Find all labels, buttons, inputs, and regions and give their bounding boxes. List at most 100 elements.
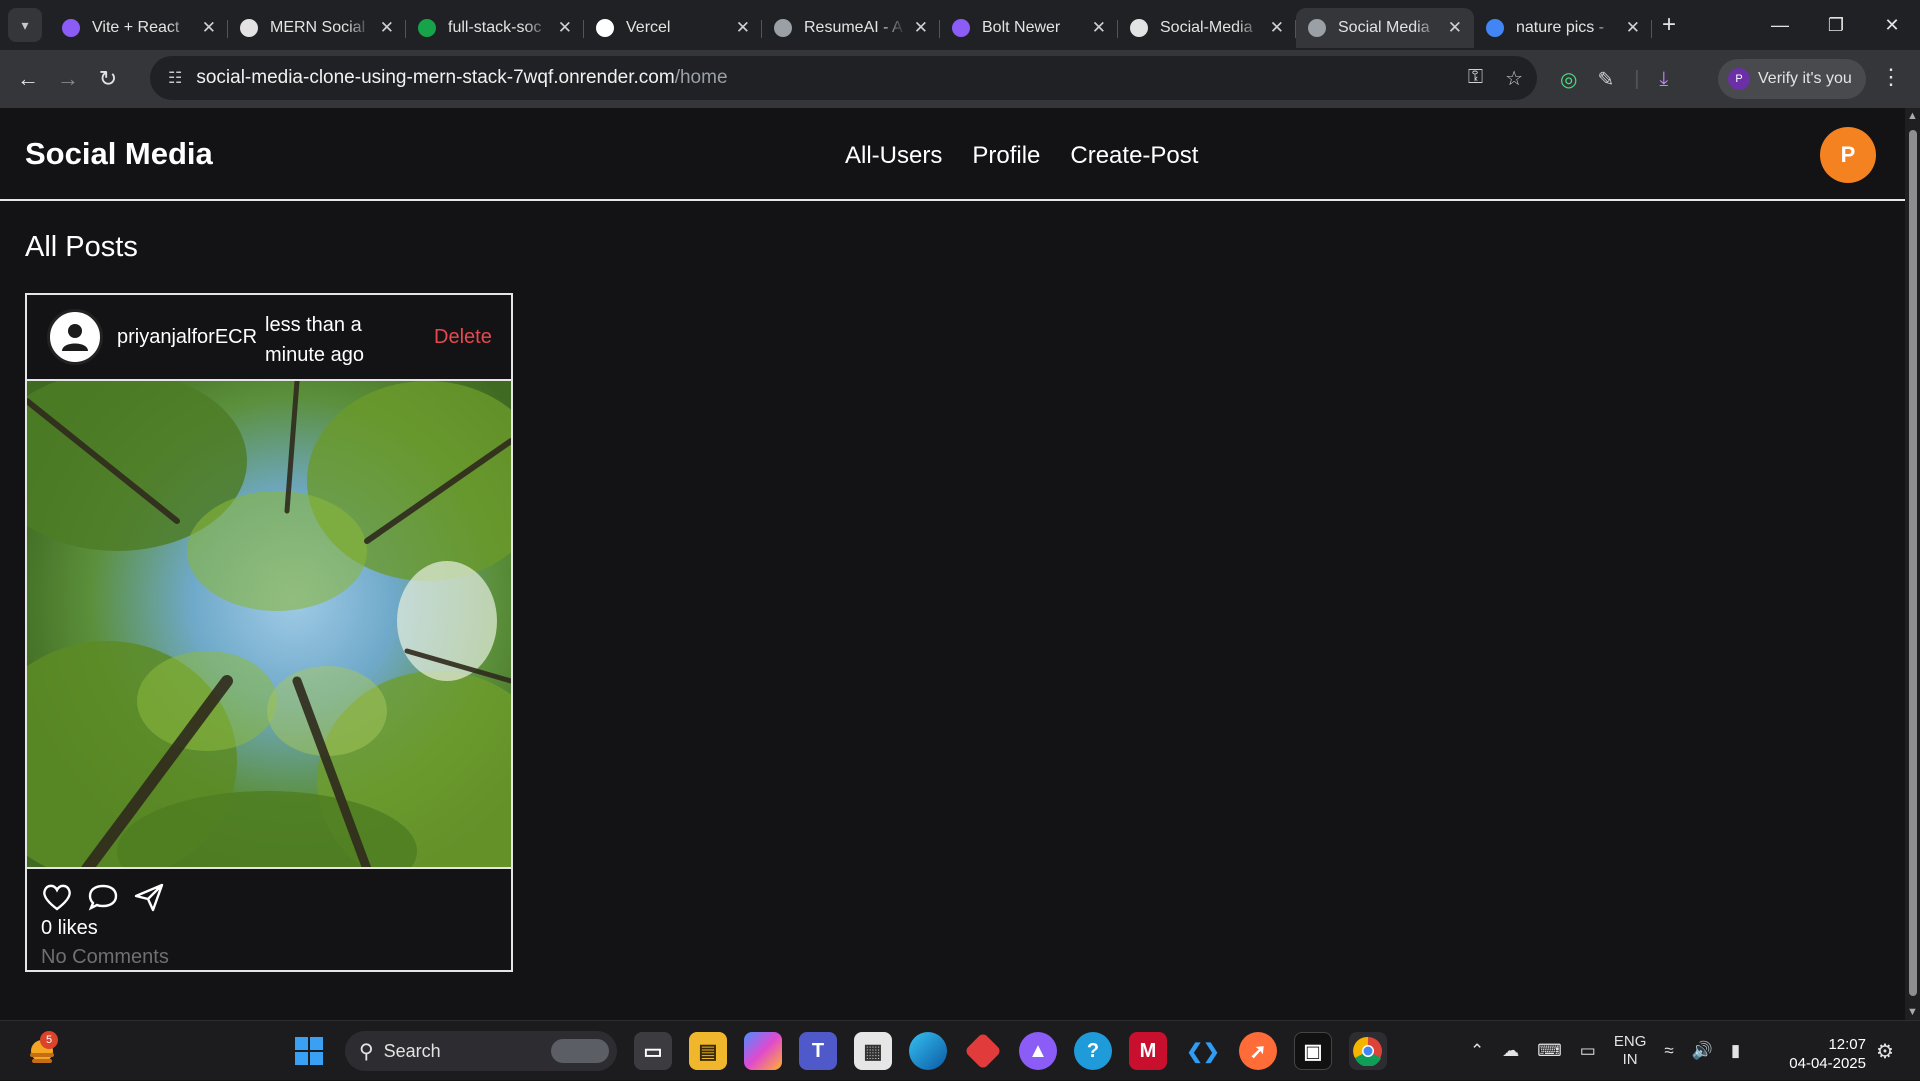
tab-favicon-icon (418, 19, 436, 37)
delete-post-button[interactable]: Delete (434, 326, 492, 349)
postman-icon[interactable]: ➚ (1239, 1032, 1277, 1070)
edge-icon[interactable] (909, 1032, 947, 1070)
wifi-icon[interactable]: ≈ (1664, 1041, 1673, 1061)
extension-circle-icon[interactable]: ◎ (1560, 67, 1577, 92)
bookmark-star-icon[interactable]: ☆ (1505, 66, 1523, 91)
display-icon[interactable]: ▭ (1580, 1041, 1596, 1061)
window-controls: — ❐ ✕ (1752, 0, 1920, 50)
password-key-icon[interactable]: ⚿ (1468, 66, 1483, 91)
reload-icon[interactable]: ↻ (88, 66, 128, 92)
tab-favicon-icon (774, 19, 792, 37)
post-card: priyanjalforECR less than a minute ago D… (25, 293, 513, 972)
post-timestamp: less than a minute ago (265, 314, 364, 366)
comment-icon[interactable] (87, 882, 119, 912)
close-window-button[interactable]: ✕ (1864, 15, 1920, 36)
windows-taskbar: 5 ⚲ Search ▭ ▤ T ▦ ▲ ? M ❮❯ ➚ ▣ ⌃ ☁ ⌨ ▭ … (0, 1020, 1920, 1080)
tab-close-icon[interactable]: ✕ (380, 18, 394, 38)
back-icon[interactable]: ← (8, 66, 48, 92)
file-explorer-icon[interactable]: ▤ (689, 1032, 727, 1070)
toolbar-extensions: ◎ ✎ | ⤓ (1560, 67, 1669, 92)
verify-label: Verify it's you (1758, 70, 1852, 87)
tab-favicon-icon (952, 19, 970, 37)
tab-label: Vite + React (92, 19, 180, 36)
tab-close-icon[interactable]: ✕ (558, 18, 572, 38)
browser-tab[interactable]: Vercel ✕ (584, 8, 762, 48)
tab-close-icon[interactable]: ✕ (1626, 18, 1640, 38)
chrome-icon[interactable] (1349, 1032, 1387, 1070)
tab-label: MERN Social (270, 19, 366, 36)
windows-start-icon[interactable] (290, 1032, 328, 1070)
taskbar-clock[interactable]: 12:07 04-04-2025 (1780, 1035, 1866, 1073)
tab-close-icon[interactable]: ✕ (1270, 18, 1284, 38)
onedrive-icon[interactable]: ☁ (1502, 1041, 1519, 1061)
tab-close-icon[interactable]: ✕ (1092, 18, 1106, 38)
terminal-app-icon[interactable]: ▣ (1294, 1032, 1332, 1070)
tab-favicon-icon (240, 19, 258, 37)
user-avatar-icon[interactable] (47, 309, 103, 365)
battery-icon[interactable]: ▮ (1731, 1041, 1740, 1061)
tab-search-button[interactable]: ▾ (8, 8, 42, 42)
diamond-app-icon[interactable] (964, 1032, 1002, 1070)
browser-tab[interactable]: nature pics - ✕ (1474, 8, 1652, 48)
copilot-icon[interactable] (744, 1032, 782, 1070)
restore-button[interactable]: ❐ (1808, 15, 1864, 36)
search-highlight-icon (551, 1039, 609, 1063)
like-count: 0 likes (41, 917, 98, 939)
nav-all-users[interactable]: All-Users (845, 142, 942, 170)
help-icon[interactable]: ? (1074, 1032, 1112, 1070)
notification-bell-icon[interactable]: ⚙ (1876, 1039, 1894, 1064)
scroll-up-icon[interactable]: ▲ (1907, 110, 1918, 122)
browser-menu-icon[interactable]: ⋮ (1880, 64, 1902, 90)
post-username[interactable]: priyanjalforECR (117, 326, 257, 349)
system-tray: ⌃ ☁ ⌨ ▭ ENG IN ≈ 🔊 ▮ (1470, 1021, 1740, 1081)
tab-close-icon[interactable]: ✕ (914, 18, 928, 38)
browser-tab[interactable]: ResumeAI - A ✕ (762, 8, 940, 48)
download-icon[interactable]: ⤓ (1659, 68, 1668, 91)
share-icon[interactable] (133, 882, 165, 912)
lang-line-1: ENG (1613, 1033, 1647, 1050)
comments-status: No Comments (41, 946, 169, 968)
page-scrollbar[interactable]: ▲ ▼ (1905, 108, 1920, 1020)
tab-favicon-icon (1308, 19, 1326, 37)
purple-app-icon[interactable]: ▲ (1019, 1032, 1057, 1070)
nav-profile[interactable]: Profile (972, 142, 1040, 170)
address-bar[interactable]: ☷ social-media-clone-using-mern-stack-7w… (150, 56, 1537, 100)
tab-label: nature pics - (1516, 19, 1605, 36)
language-indicator[interactable]: ENG IN (1614, 1033, 1647, 1069)
taskbar-apps: ⚲ Search ▭ ▤ T ▦ ▲ ? M ❮❯ ➚ ▣ (290, 1021, 1387, 1081)
tab-close-icon[interactable]: ✕ (1448, 18, 1462, 38)
verify-profile-chip[interactable]: P Verify it's you (1718, 59, 1866, 99)
site-info-icon[interactable]: ☷ (168, 68, 182, 88)
browser-tab[interactable]: Social Media ✕ (1296, 8, 1474, 48)
new-tab-button[interactable]: + (1662, 11, 1676, 39)
teams-icon[interactable]: T (799, 1032, 837, 1070)
browser-tab[interactable]: Vite + React ✕ (50, 8, 228, 48)
weather-badge: 5 (40, 1031, 58, 1049)
browser-tab[interactable]: Bolt Newer ✕ (940, 8, 1118, 48)
minimize-button[interactable]: — (1752, 15, 1808, 36)
taskbar-search[interactable]: ⚲ Search (345, 1031, 617, 1071)
tab-close-icon[interactable]: ✕ (202, 18, 216, 38)
nav-create-post[interactable]: Create-Post (1070, 142, 1198, 170)
extensions-puzzle-icon[interactable]: ✎ (1597, 67, 1614, 92)
microsoft-store-icon[interactable]: ▦ (854, 1032, 892, 1070)
browser-tab[interactable]: Social-Media ✕ (1118, 8, 1296, 48)
vscode-icon[interactable]: ❮❯ (1184, 1032, 1222, 1070)
tab-favicon-icon (62, 19, 80, 37)
app-header: Social Media All-Users Profile Create-Po… (0, 108, 1905, 201)
forward-icon[interactable]: → (48, 66, 88, 92)
tab-close-icon[interactable]: ✕ (736, 18, 750, 38)
show-hidden-icons[interactable]: ⌃ (1470, 1041, 1484, 1061)
browser-tab[interactable]: full-stack-soc ✕ (406, 8, 584, 48)
browser-tab[interactable]: MERN Social ✕ (228, 8, 406, 48)
task-view-icon[interactable]: ▭ (634, 1032, 672, 1070)
scrollbar-thumb[interactable] (1909, 130, 1917, 996)
search-label: Search (383, 1040, 441, 1061)
keyboard-icon[interactable]: ⌨ (1537, 1041, 1562, 1061)
user-avatar-button[interactable]: P (1820, 127, 1876, 183)
volume-icon[interactable]: 🔊 (1692, 1041, 1713, 1061)
mcafee-icon[interactable]: M (1129, 1032, 1167, 1070)
brand-title[interactable]: Social Media (25, 136, 213, 172)
scroll-down-icon[interactable]: ▼ (1907, 1006, 1918, 1018)
heart-icon[interactable] (41, 882, 73, 912)
